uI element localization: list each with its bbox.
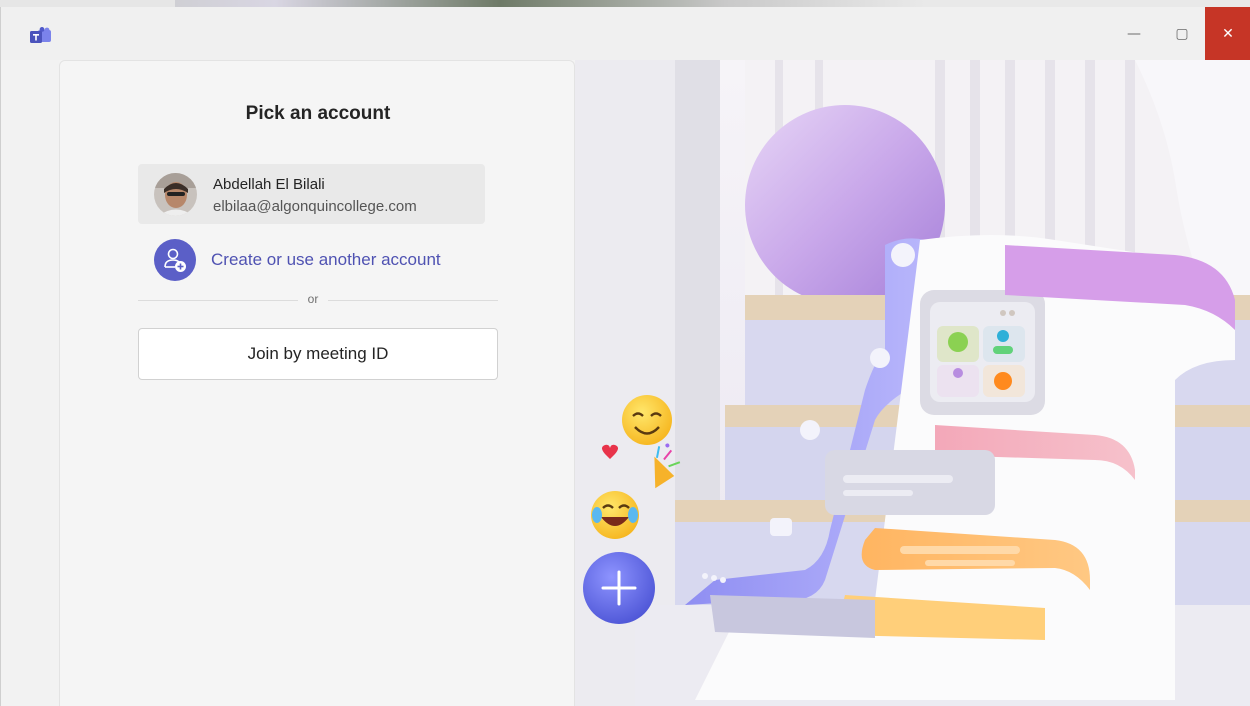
hero-illustration [575, 60, 1250, 706]
create-account-button[interactable]: Create or use another account [154, 238, 484, 282]
account-picker-panel: Pick an account Abdellah El Bilali elbil… [59, 60, 575, 706]
add-person-icon [154, 239, 196, 281]
teams-window: — ▢ ✕ Pick an account Abdellah El Bilali… [0, 7, 1250, 706]
left-gutter [1, 60, 59, 706]
account-item[interactable]: Abdellah El Bilali elbilaa@algonquincoll… [138, 164, 485, 224]
page-title: Pick an account [245, 103, 391, 124]
divider-line-right [328, 300, 498, 301]
minimize-button[interactable]: — [1111, 7, 1157, 60]
avatar [154, 173, 197, 216]
title-bar: — ▢ ✕ [1, 7, 1250, 60]
join-by-meeting-id-button[interactable]: Join by meeting ID [138, 328, 498, 380]
close-button[interactable]: ✕ [1205, 7, 1250, 60]
divider-text: or [307, 292, 319, 306]
divider-line-left [138, 300, 298, 301]
teams-logo-icon [30, 27, 51, 43]
maximize-button[interactable]: ▢ [1159, 7, 1205, 60]
create-account-label: Create or use another account [211, 250, 441, 269]
main-content: Pick an account Abdellah El Bilali elbil… [1, 60, 1250, 706]
desktop-background-strip [0, 0, 1250, 7]
account-email: elbilaa@algonquincollege.com [213, 198, 417, 215]
account-name: Abdellah El Bilali [213, 176, 325, 193]
divider: or [138, 291, 498, 311]
